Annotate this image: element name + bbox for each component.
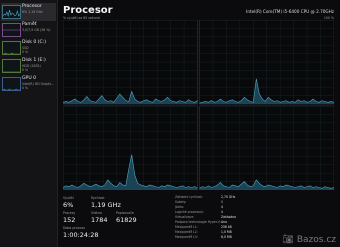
spec-value: 4 — [221, 205, 223, 209]
stat-label-processes: Procesy — [63, 211, 76, 215]
bazos-watermark: 📷︎ Bazos.cz — [283, 235, 336, 245]
cpu-thumbnail-graph — [2, 5, 21, 19]
core-graph-1 — [63, 20, 198, 105]
stat-label-handles: Popisovače — [116, 211, 134, 215]
core-graph-2 — [199, 20, 334, 105]
stat-value-uptime: 1:00:24:28 — [63, 231, 99, 239]
camera-icon: 📷︎ — [282, 235, 294, 245]
stat-label-threads: Vlákna — [91, 211, 102, 215]
stat-label-speed: Rychlost — [91, 196, 105, 200]
spec-value: 1 — [221, 200, 223, 204]
sidebar-item-label: Disk 1 (E:) — [22, 58, 46, 63]
disk0-thumbnail-graph — [2, 41, 21, 55]
sidebar-item-value: 0 % — [22, 68, 29, 72]
sidebar-item-value: 3,0/7,9 GB (38 %) — [22, 28, 51, 32]
spec-value: Ano — [221, 220, 227, 224]
spec-label: Podpora technologie Hyper-V: — [175, 220, 221, 224]
spec-value: 4 — [221, 210, 223, 214]
stat-value-threads: 1784 — [91, 216, 108, 224]
spec-label: Mezipaměť L3: — [175, 235, 198, 239]
cpu-detail-panel: Procesor Intel(R) Core(TM) i5-6400 CPU @… — [58, 0, 340, 247]
spec-label: Jádra: — [175, 205, 184, 209]
sidebar: Procesor 6% 1,19 GHz Paměť 3,0/7,9 GB (3… — [0, 0, 58, 247]
spec-value: 2,70 GHz — [221, 195, 236, 199]
stat-value-handles: 61829 — [116, 216, 137, 224]
sidebar-item-cpu[interactable]: Procesor 6% 1,19 GHz — [1, 3, 56, 21]
core-graph-3 — [63, 105, 198, 190]
stat-value-speed: 1,19 GHz — [91, 201, 121, 209]
sidebar-item-label: Procesor — [22, 4, 42, 9]
spec-label: Mezipaměť L1: — [175, 225, 198, 229]
thumbnail-line — [3, 52, 20, 54]
thumbnail-line — [3, 9, 20, 18]
stat-value-processes: 152 — [63, 216, 76, 224]
watermark-text: Bazos.cz — [296, 235, 336, 245]
sidebar-item-disk-0[interactable]: Disk 0 (C:) SSD 0 % — [1, 39, 56, 57]
page-title: Procesor — [63, 5, 113, 16]
spec-value: 1,0 MB — [221, 230, 232, 234]
gpu-thumbnail-graph — [2, 77, 21, 91]
sidebar-item-gpu[interactable]: GPU 0 Intel(R) HD Graphi... 0 % — [1, 75, 56, 93]
spec-label: Logické procesory: — [175, 210, 204, 214]
spec-label: Virtualizace: — [175, 215, 195, 219]
sidebar-item-value: 0 % — [22, 86, 29, 90]
stat-label-usage: Využití — [63, 196, 74, 200]
spec-label: Mezipaměť L2: — [175, 230, 198, 234]
stat-value-usage: 6% — [63, 201, 74, 209]
sidebar-item-disk-1[interactable]: Disk 1 (E:) HDD (SATA) 0 % — [1, 57, 56, 75]
cpu-model-name: Intel(R) Core(TM) i5-6400 CPU @ 2.70GHz — [246, 9, 334, 14]
sidebar-item-memory[interactable]: Paměť 3,0/7,9 GB (38 %) — [1, 21, 56, 39]
cpu-usage-graphs — [63, 20, 334, 190]
sidebar-item-label: Disk 0 (C:) — [22, 40, 47, 45]
sidebar-item-label: GPU 0 — [22, 76, 37, 81]
spec-label: Sokety: — [175, 200, 187, 204]
spec-value: 6,0 MB — [221, 235, 232, 239]
spec-value: Zakázáno — [221, 215, 237, 219]
core-graph-4 — [199, 105, 334, 190]
memory-thumbnail-graph — [2, 23, 21, 37]
sidebar-item-label: Paměť — [22, 22, 37, 27]
spec-value: 256 kB — [221, 225, 232, 229]
sidebar-item-value: 0 % — [22, 50, 29, 54]
spec-label: Základní rychlost: — [175, 195, 203, 199]
sidebar-item-value: 6% 1,19 GHz — [22, 10, 43, 14]
disk1-thumbnail-graph — [2, 59, 21, 73]
thumbnail-line — [3, 88, 20, 90]
stat-label-uptime: Doba provozu — [63, 226, 86, 230]
